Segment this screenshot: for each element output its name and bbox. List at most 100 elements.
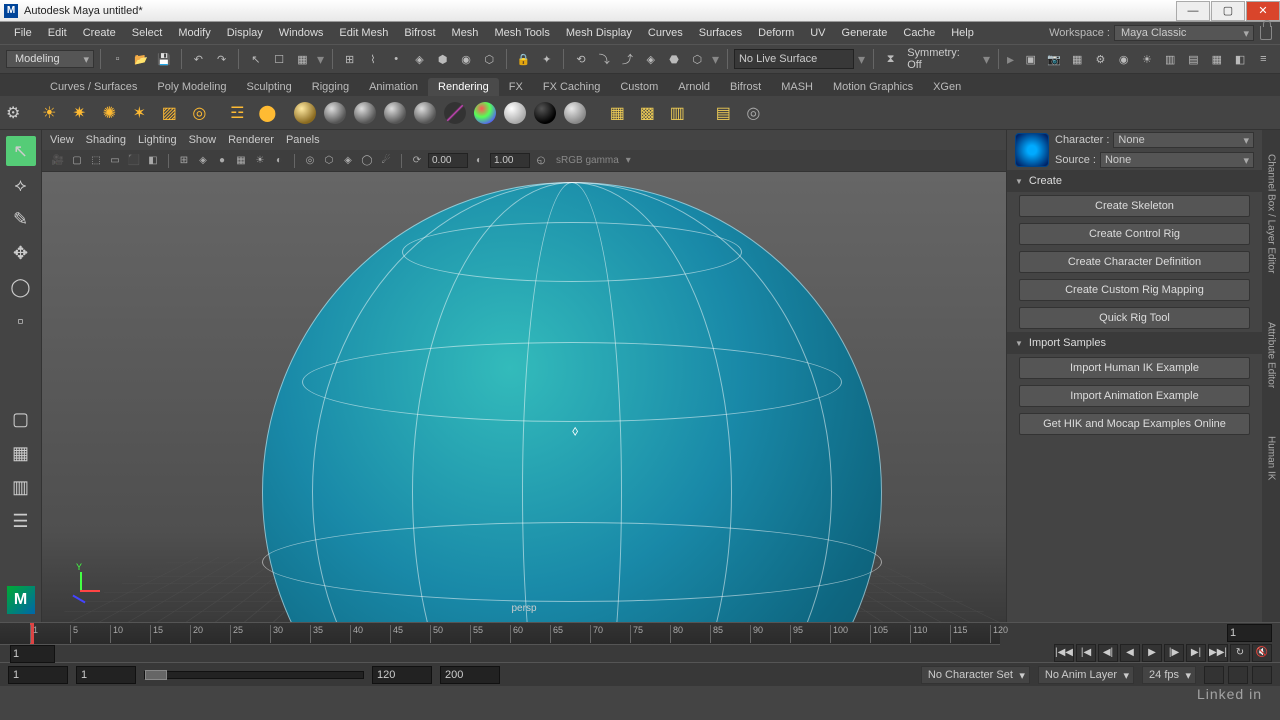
anim-prefs-button[interactable] (1252, 666, 1272, 684)
import-samples-section[interactable]: Import Samples (1007, 332, 1262, 354)
playback-end-field[interactable] (372, 666, 432, 684)
undo-icon[interactable]: ↶ (188, 48, 209, 70)
shelf-tab-fxcaching[interactable]: FX Caching (533, 78, 610, 96)
four-pane-layout[interactable]: ▦ (6, 438, 36, 468)
spot-light-icon[interactable]: ✶ (126, 100, 152, 126)
menu-display[interactable]: Display (219, 22, 271, 44)
two-pane-layout[interactable]: ▥ (6, 472, 36, 502)
menu-windows[interactable]: Windows (271, 22, 332, 44)
go-prev-key-button[interactable]: |◀ (1076, 644, 1096, 662)
panel-layout3-icon[interactable]: ▦ (1206, 48, 1227, 70)
workspace-dropdown[interactable]: Maya Classic (1114, 25, 1254, 41)
vp-isolate-icon[interactable]: ◎ (302, 153, 318, 169)
shelf-tab-poly[interactable]: Poly Modeling (147, 78, 236, 96)
minimize-button[interactable]: — (1176, 1, 1210, 21)
vp-xray2-icon[interactable]: ◈ (340, 153, 356, 169)
vp-gate-mask-icon[interactable]: ◧ (145, 153, 161, 169)
anim-layer-dropdown[interactable]: No Anim Layer (1038, 666, 1134, 684)
anim-end-field[interactable] (440, 666, 500, 684)
redo-icon[interactable]: ↷ (211, 48, 232, 70)
anisotropic-material-icon[interactable] (412, 100, 438, 126)
get-hik-online-button[interactable]: Get HIK and Mocap Examples Online (1019, 413, 1250, 435)
surface-shader-black-icon[interactable] (532, 100, 558, 126)
toolbar-scroll-right[interactable]: ▸ (1005, 51, 1016, 68)
hypershade-icon[interactable]: ◉ (1113, 48, 1134, 70)
auto-key-button[interactable] (1204, 666, 1224, 684)
surface-shader-white-icon[interactable] (502, 100, 528, 126)
character-set-dropdown[interactable]: No Character Set (921, 666, 1030, 684)
step-forward-button[interactable]: |▶ (1164, 644, 1184, 662)
menu-uv[interactable]: UV (802, 22, 833, 44)
vp-menu-renderer[interactable]: Renderer (228, 134, 274, 146)
rotate-tool[interactable]: ◯ (6, 272, 36, 302)
construct2-icon[interactable]: ⬡ (687, 48, 708, 70)
phong-material-icon[interactable] (352, 100, 378, 126)
panel-layout2-icon[interactable]: ▤ (1183, 48, 1204, 70)
menu-select[interactable]: Select (124, 22, 171, 44)
area-light-icon[interactable]: ▨ (156, 100, 182, 126)
editor-icon[interactable]: ☲ (224, 100, 250, 126)
vp-colorspace-dropdown[interactable]: sRGB gamma (552, 155, 631, 166)
shelf-tab-custom[interactable]: Custom (610, 78, 668, 96)
open-scene-icon[interactable]: 📂 (130, 48, 151, 70)
shelf-tab-sculpting[interactable]: Sculpting (237, 78, 302, 96)
menu-curves[interactable]: Curves (640, 22, 691, 44)
close-button[interactable]: ✕ (1246, 1, 1280, 21)
lambert-material-icon[interactable] (322, 100, 348, 126)
panel-layout-icon[interactable]: ▥ (1160, 48, 1181, 70)
vp-shaded-icon[interactable]: ● (214, 153, 230, 169)
create-control-rig-button[interactable]: Create Control Rig (1019, 223, 1250, 245)
snap-point-icon[interactable]: • (386, 48, 407, 70)
render-current-icon[interactable]: 📷 (1043, 48, 1064, 70)
menu-mesh-display[interactable]: Mesh Display (558, 22, 640, 44)
create-skeleton-button[interactable]: Create Skeleton (1019, 195, 1250, 217)
shelf-tab-animation[interactable]: Animation (359, 78, 428, 96)
menu-generate[interactable]: Generate (834, 22, 896, 44)
scale-tool[interactable]: ▫ (6, 306, 36, 336)
menu-surfaces[interactable]: Surfaces (691, 22, 750, 44)
vp-lights-icon[interactable]: ☀ (252, 153, 268, 169)
shelf-tab-xgen[interactable]: XGen (923, 78, 971, 96)
batchrender2-icon[interactable]: ▩ (634, 100, 660, 126)
move-tool[interactable]: ✥ (6, 238, 36, 268)
vp-exposure-field[interactable] (428, 153, 468, 168)
batchrender3-icon[interactable]: ▥ (664, 100, 690, 126)
loop-button[interactable]: ↻ (1230, 644, 1250, 662)
render-settings-icon[interactable]: ⚙ (1090, 48, 1111, 70)
select-by-component-icon[interactable]: ▦ (292, 48, 313, 70)
playback-start-field[interactable] (76, 666, 136, 684)
vp-smooth-icon[interactable]: ◯ (359, 153, 375, 169)
vp-textured-icon[interactable]: ▦ (233, 153, 249, 169)
step-back-button[interactable]: ◀| (1098, 644, 1118, 662)
menu-help[interactable]: Help (943, 22, 982, 44)
lock-selection-icon[interactable]: 🔒 (513, 48, 534, 70)
mute-button[interactable]: 🔇 (1252, 644, 1272, 662)
panel-layout4-icon[interactable]: ◧ (1229, 48, 1250, 70)
construct-history-icon[interactable]: ⟲ (570, 48, 591, 70)
set-key-button[interactable] (1228, 666, 1248, 684)
shelf-tab-curves[interactable]: Curves / Surfaces (40, 78, 147, 96)
light-editor-icon[interactable]: ☀ (1136, 48, 1157, 70)
menu-modify[interactable]: Modify (170, 22, 218, 44)
batchrender-icon[interactable]: ▦ (604, 100, 630, 126)
menu-file[interactable]: File (6, 22, 40, 44)
quick-rig-tool-button[interactable]: Quick Rig Tool (1019, 307, 1250, 329)
side-tab-channel-box[interactable]: Channel Box / Layer Editor (1266, 150, 1277, 278)
paint-select-tool[interactable]: ✎ (6, 204, 36, 234)
render-globals-icon[interactable]: ⬤ (254, 100, 280, 126)
vp-menu-panels[interactable]: Panels (286, 134, 320, 146)
go-next-key-button[interactable]: ▶| (1186, 644, 1206, 662)
vp-menu-view[interactable]: View (50, 134, 74, 146)
blinn-material-icon[interactable] (292, 100, 318, 126)
layers-icon[interactable]: ≡ (1253, 48, 1274, 70)
snap-surface-icon[interactable]: ⬢ (432, 48, 453, 70)
input-icon[interactable]: ⤵ (594, 48, 615, 70)
time-ruler[interactable]: 1510152025303540455055606570758085909510… (0, 623, 1000, 645)
vp-xray-icon[interactable]: ⬡ (321, 153, 337, 169)
menu-edit-mesh[interactable]: Edit Mesh (331, 22, 396, 44)
menu-mesh[interactable]: Mesh (444, 22, 487, 44)
end-frame-display[interactable] (1227, 624, 1272, 642)
save-scene-icon[interactable]: 💾 (154, 48, 175, 70)
directional-light-icon[interactable]: ✷ (66, 100, 92, 126)
select-by-object-icon[interactable]: ☐ (269, 48, 290, 70)
